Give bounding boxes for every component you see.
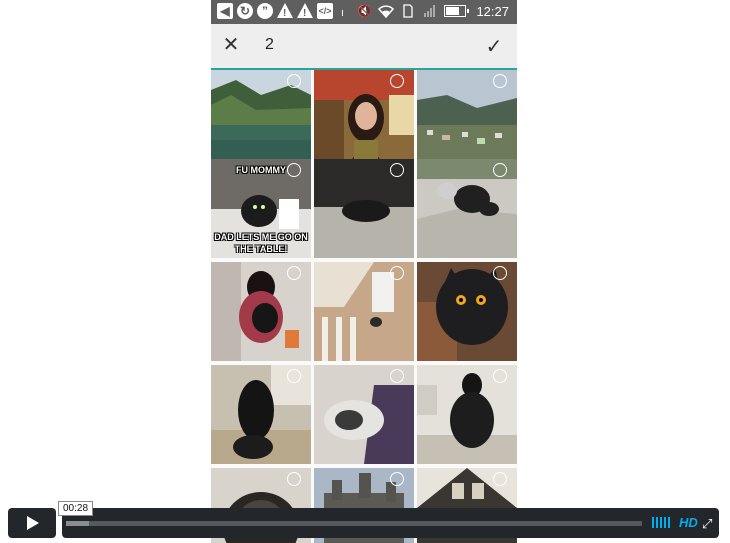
select-circle[interactable]: [287, 163, 301, 177]
battery-icon: [444, 5, 470, 17]
bluetooth-icon: ᛧ: [338, 4, 347, 18]
hd-toggle[interactable]: HD: [679, 515, 698, 530]
select-circle[interactable]: [287, 74, 301, 88]
select-circle[interactable]: [390, 472, 404, 486]
photo-tile[interactable]: [211, 365, 311, 464]
photo-tile[interactable]: [314, 159, 414, 258]
progress-track[interactable]: [66, 521, 642, 526]
play-button[interactable]: [8, 508, 56, 538]
photo-tile[interactable]: [417, 159, 517, 258]
code-icon: </>: [317, 3, 333, 19]
select-circle[interactable]: [493, 369, 507, 383]
sd-card-icon: [400, 3, 416, 19]
video-player-controls: HD ⤢ 00:28: [0, 501, 730, 543]
selected-count: 2: [265, 36, 274, 53]
clock: 12:27: [476, 3, 509, 19]
select-circle[interactable]: [493, 74, 507, 88]
photo-tile[interactable]: [314, 70, 414, 169]
photo-tile[interactable]: [211, 262, 311, 361]
control-bar: HD ⤢: [62, 508, 719, 538]
select-circle[interactable]: [287, 266, 301, 280]
back-icon: ◀: [217, 3, 233, 19]
select-circle[interactable]: [287, 369, 301, 383]
photo-tile[interactable]: [417, 365, 517, 464]
signal-icon: [422, 3, 438, 19]
phone-screen: ◀ ↻ ” ! ! </> ᛧ 🔇 12:27 ✕ 2 ✓ FU MOMMY D…: [211, 0, 517, 543]
select-circle[interactable]: [493, 163, 507, 177]
status-bar: ◀ ↻ ” ! ! </> ᛧ 🔇 12:27: [211, 0, 517, 24]
photo-tile[interactable]: FU MOMMY DAD LETS ME GO ON THE TABLE!: [211, 159, 311, 258]
select-circle[interactable]: [493, 266, 507, 280]
select-circle[interactable]: [390, 74, 404, 88]
wifi-icon: [378, 3, 395, 19]
meme-caption-bottom: DAD LETS ME GO ON THE TABLE!: [214, 232, 308, 254]
mute-icon: 🔇: [356, 4, 372, 18]
photo-tile[interactable]: [211, 70, 311, 169]
select-circle[interactable]: [390, 369, 404, 383]
progress-fill: [66, 521, 90, 526]
select-circle[interactable]: [390, 266, 404, 280]
warning-icon: !: [297, 3, 313, 19]
hangouts-icon: ”: [257, 3, 273, 19]
warning-icon: !: [277, 3, 293, 19]
play-icon: [27, 516, 39, 530]
photo-tile[interactable]: [314, 365, 414, 464]
photo-tile[interactable]: [314, 262, 414, 361]
select-circle[interactable]: [287, 472, 301, 486]
sync-icon: ↻: [237, 3, 253, 19]
volume-icon[interactable]: [652, 517, 670, 528]
time-tooltip: 00:28: [58, 501, 94, 516]
close-icon[interactable]: ✕: [221, 35, 241, 55]
check-icon[interactable]: ✓: [483, 34, 505, 58]
select-circle[interactable]: [493, 472, 507, 486]
fullscreen-icon[interactable]: ⤢: [702, 516, 712, 532]
select-circle[interactable]: [390, 163, 404, 177]
photo-tile[interactable]: [417, 262, 517, 361]
photo-tile[interactable]: [417, 70, 517, 169]
selection-toolbar: ✕ 2 ✓: [211, 24, 517, 70]
